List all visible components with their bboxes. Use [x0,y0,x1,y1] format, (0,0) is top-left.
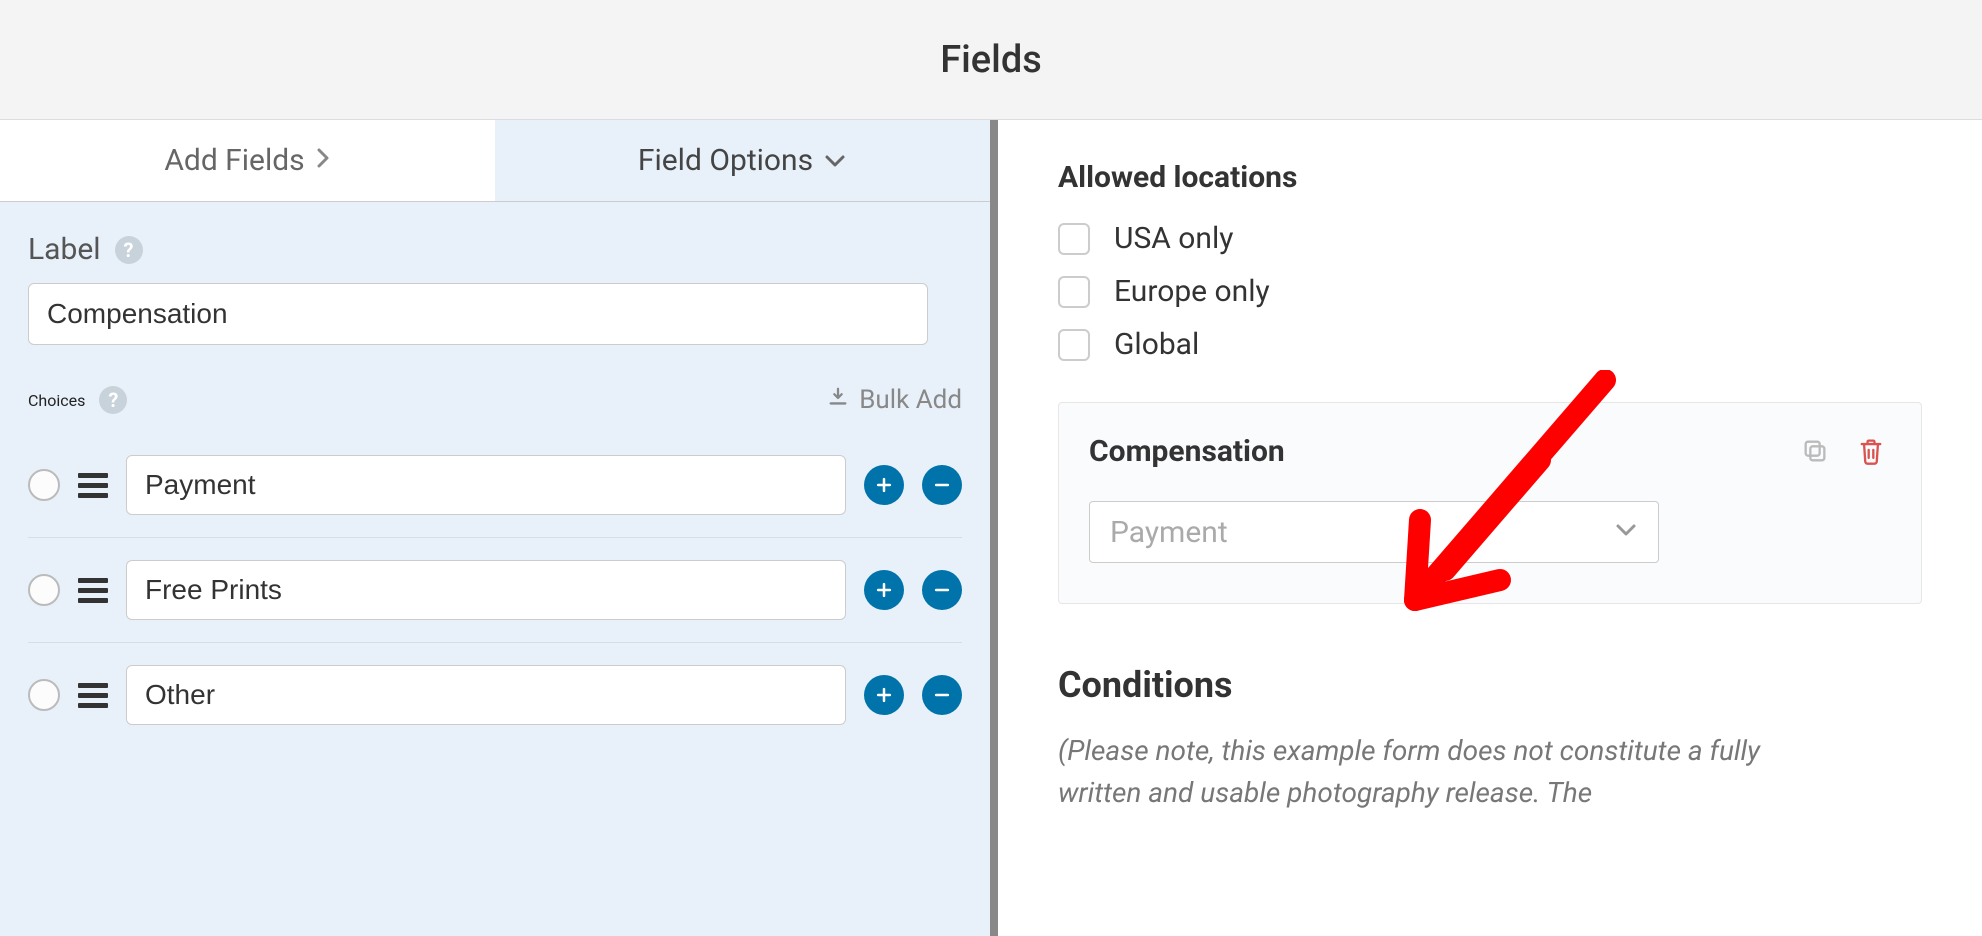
choice-row [28,433,962,538]
bulk-add-button[interactable]: Bulk Add [827,385,962,415]
label-heading-row: Label ? [28,232,962,267]
chevron-right-icon [315,146,331,176]
label-heading: Label [28,232,101,267]
chevron-down-icon [1614,522,1638,542]
plus-icon [874,685,894,705]
tab-field-options[interactable]: Field Options [495,120,990,201]
compensation-title: Compensation [1089,434,1285,469]
compensation-field-preview[interactable]: Compensation Paymen [1058,402,1922,604]
conditions-note: (Please note, this example form does not… [1058,730,1818,814]
checkbox-row: Global [1058,327,1922,362]
choice-input[interactable] [126,455,846,515]
conditions-title: Conditions [1058,664,1922,706]
choices-header: Choices ? Bulk Add [28,385,962,415]
checkbox-row: Europe only [1058,274,1922,309]
choice-input[interactable] [126,665,846,725]
tabs-container: Add Fields Field Options [0,120,990,202]
chevron-down-icon [823,147,847,175]
help-icon[interactable]: ? [115,236,143,264]
remove-choice-button[interactable] [922,675,962,715]
field-preview-header: Compensation [1089,431,1891,471]
label-input[interactable] [28,283,928,345]
checkbox-global[interactable] [1058,329,1090,361]
allowed-locations-title: Allowed locations [1058,160,1922,195]
page-header: Fields [0,0,1982,120]
choice-row [28,643,962,747]
minus-icon [932,475,952,495]
remove-choice-button[interactable] [922,570,962,610]
help-icon[interactable]: ? [99,386,127,414]
tab-add-fields-label: Add Fields [164,143,304,178]
left-panel: Add Fields Field Options Label ? Choices [0,120,990,936]
choice-row [28,538,962,643]
preview-action-icons [1795,431,1891,471]
choice-default-radio[interactable] [28,574,60,606]
remove-choice-button[interactable] [922,465,962,505]
trash-icon [1857,436,1885,466]
tab-add-fields[interactable]: Add Fields [0,120,495,201]
duplicate-field-button[interactable] [1795,431,1835,471]
download-icon [827,385,849,415]
page-title: Fields [940,38,1042,82]
checkbox-row: USA only [1058,221,1922,256]
drag-handle-icon[interactable] [78,683,108,708]
checkbox-label: Europe only [1114,274,1270,309]
add-choice-button[interactable] [864,675,904,715]
checkbox-usa[interactable] [1058,223,1090,255]
compensation-select[interactable]: Payment [1089,501,1659,563]
plus-icon [874,580,894,600]
delete-field-button[interactable] [1851,431,1891,471]
minus-icon [932,580,952,600]
drag-handle-icon[interactable] [78,578,108,603]
panel-body: Label ? Choices ? Bulk Add [0,202,990,777]
drag-handle-icon[interactable] [78,473,108,498]
choices-heading: Choices [28,391,85,410]
plus-icon [874,475,894,495]
duplicate-icon [1801,437,1829,465]
add-choice-button[interactable] [864,570,904,610]
minus-icon [932,685,952,705]
choice-default-radio[interactable] [28,679,60,711]
right-panel: Allowed locations USA only Europe only G… [998,120,1982,936]
checkbox-europe[interactable] [1058,276,1090,308]
choice-default-radio[interactable] [28,469,60,501]
bulk-add-label: Bulk Add [859,385,962,415]
panel-divider[interactable] [990,120,998,936]
choice-input[interactable] [126,560,846,620]
main-area: Add Fields Field Options Label ? Choices [0,120,1982,936]
checkbox-label: Global [1114,327,1199,362]
checkbox-label: USA only [1114,221,1233,256]
tab-field-options-label: Field Options [638,143,813,178]
compensation-select-value: Payment [1110,515,1614,550]
add-choice-button[interactable] [864,465,904,505]
